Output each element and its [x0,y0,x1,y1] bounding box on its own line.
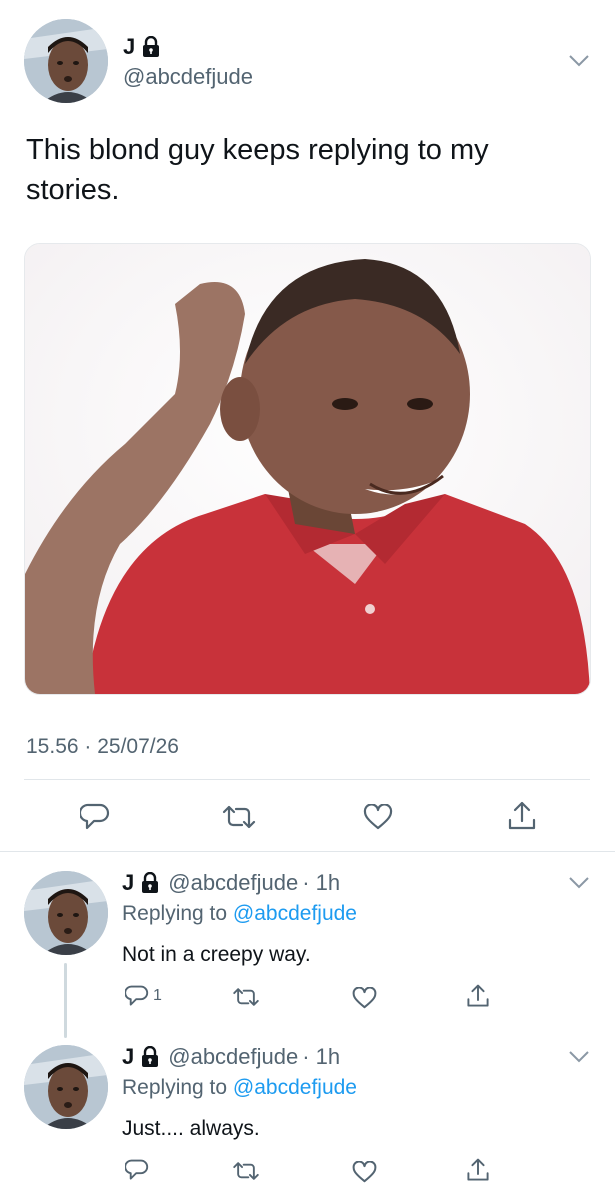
lock-icon [143,36,160,57]
author-handle[interactable]: @abcdefjude [168,870,298,896]
divider [24,779,590,780]
retweet-icon[interactable] [222,803,256,831]
like-icon[interactable] [352,1161,377,1183]
share-icon[interactable] [466,983,490,1009]
avatar-photo [24,19,108,103]
divider [0,851,615,852]
avatar[interactable] [24,871,108,955]
author-name[interactable]: J [122,1044,134,1070]
avatar[interactable] [24,1045,108,1129]
like-icon[interactable] [352,987,377,1009]
replying-prefix: Replying to [122,1076,228,1099]
chevron-down-icon[interactable] [568,876,590,890]
tweet-media-image[interactable] [24,243,591,695]
like-icon[interactable] [363,804,393,830]
author-name[interactable]: J [122,870,134,896]
avatar[interactable] [24,19,108,103]
lock-icon [142,1046,159,1067]
tweet-timestamp[interactable]: 15.56 · 25/07/26 [26,735,179,759]
avatar-photo [24,871,108,955]
reply-icon[interactable] [125,1159,149,1181]
meme-image [25,244,590,694]
replying-prefix: Replying to [122,902,228,925]
replying-to: Replying to @abcdefjude [122,902,357,926]
thread-line [64,963,67,1038]
tweet-text: This blond guy keeps replying to my stor… [26,134,489,206]
reply-time[interactable]: · 1h [302,870,340,896]
reply-text: Just.... always. [122,1117,260,1140]
retweet-icon[interactable] [232,1160,260,1182]
chevron-down-icon[interactable] [568,54,590,68]
replying-to-link[interactable]: @abcdefjude [233,1076,357,1099]
reply-text: Not in a creepy way. [122,943,311,966]
lock-icon [142,872,159,893]
share-icon[interactable] [466,1157,490,1183]
avatar-photo [24,1045,108,1129]
reply-count: 1 [153,987,162,1004]
chevron-down-icon[interactable] [568,1050,590,1064]
reply-icon[interactable] [80,803,110,831]
retweet-icon[interactable] [232,986,260,1008]
replying-to: Replying to @abcdefjude [122,1076,357,1100]
share-icon[interactable] [507,800,537,832]
reply-icon[interactable]: 1 [125,985,162,1007]
author-handle[interactable]: @abcdefjude [168,1044,298,1070]
reply-time[interactable]: · 1h [302,1044,340,1070]
author-name[interactable]: J [123,34,135,60]
author-handle[interactable]: @abcdefjude [123,64,253,90]
replying-to-link[interactable]: @abcdefjude [233,902,357,925]
